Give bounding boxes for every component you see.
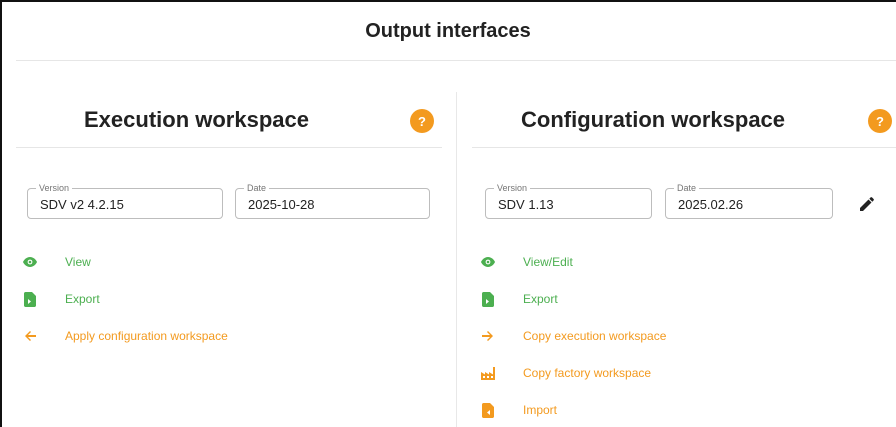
configuration-export-action[interactable]: Export — [481, 289, 558, 309]
execution-apply-configuration-action[interactable]: Apply configuration workspace — [23, 326, 228, 346]
configuration-export-label: Export — [523, 292, 558, 306]
execution-date-field[interactable]: Date 2025-10-28 — [235, 182, 430, 219]
configuration-date-field[interactable]: Date 2025.02.26 — [665, 182, 833, 219]
execution-apply-configuration-label: Apply configuration workspace — [65, 329, 228, 343]
eye-icon — [481, 254, 495, 270]
execution-view-action[interactable]: View — [23, 252, 91, 272]
file-export-icon — [481, 291, 495, 307]
execution-title: Execution workspace — [84, 107, 309, 132]
file-export-icon — [23, 291, 37, 307]
execution-export-action[interactable]: Export — [23, 289, 100, 309]
configuration-copy-execution-label: Copy execution workspace — [523, 329, 667, 343]
configuration-title-divider — [472, 147, 896, 148]
arrow-left-icon — [23, 328, 37, 344]
factory-icon — [481, 365, 495, 381]
panel-divider — [456, 92, 457, 427]
arrow-right-icon — [481, 328, 495, 344]
file-import-icon — [481, 402, 495, 418]
configuration-copy-factory-label: Copy factory workspace — [523, 366, 652, 380]
execution-date-legend: Date — [244, 182, 270, 194]
configuration-view-edit-label: View/Edit — [523, 255, 573, 269]
title-divider — [16, 60, 896, 61]
execution-export-label: Export — [65, 292, 100, 306]
execution-version-field[interactable]: Version SDV v2 4.2.15 — [27, 182, 223, 219]
configuration-import-action[interactable]: Import — [481, 400, 557, 420]
pencil-icon[interactable] — [857, 194, 877, 214]
configuration-version-legend: Version — [494, 182, 531, 194]
configuration-import-label: Import — [523, 403, 558, 417]
eye-icon — [23, 254, 37, 270]
configuration-copy-factory-action[interactable]: Copy factory workspace — [481, 363, 651, 383]
configuration-title: Configuration workspace — [521, 107, 786, 132]
execution-title-divider — [16, 147, 442, 148]
execution-date-value: 2025-10-28 — [248, 197, 315, 212]
configuration-version-field[interactable]: Version SDV 1.13 — [485, 182, 652, 219]
configuration-date-value: 2025.02.26 — [678, 197, 744, 212]
configuration-view-edit-action[interactable]: View/Edit — [481, 252, 573, 272]
execution-version-legend: Version — [36, 182, 73, 194]
configuration-version-value: SDV 1.13 — [498, 197, 554, 212]
execution-help-button[interactable]: ? — [410, 109, 434, 133]
page-title: Output interfaces — [365, 20, 531, 42]
configuration-date-legend: Date — [674, 182, 700, 194]
configuration-help-button[interactable]: ? — [868, 109, 892, 133]
execution-view-label: View — [65, 255, 91, 269]
execution-version-value: SDV v2 4.2.15 — [40, 197, 124, 212]
configuration-copy-execution-action[interactable]: Copy execution workspace — [481, 326, 666, 346]
